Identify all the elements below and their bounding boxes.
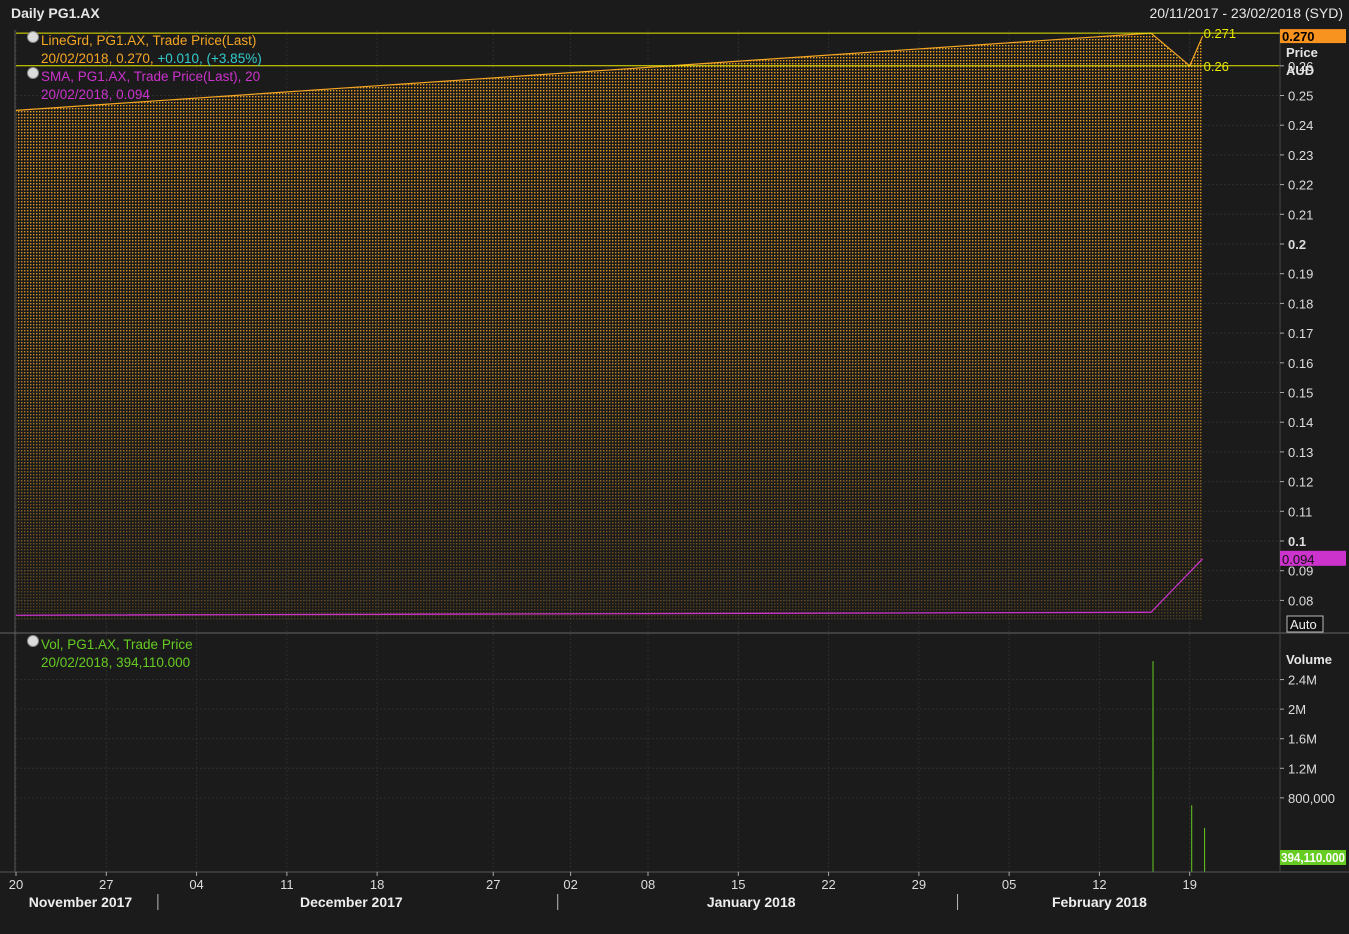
axis-title: Price (1286, 45, 1318, 60)
tick-label: 18 (370, 877, 384, 892)
axis-title: Volume (1286, 652, 1332, 667)
chart-canvas: 0.2710.26 PriceAUD0.080.090.10.110.120.1… (0, 0, 1349, 934)
month-label: February 2018 (1052, 894, 1147, 910)
price-legend-value: 20/02/2018, 0.270, (41, 51, 154, 66)
tick-label: 0.26 (1288, 59, 1313, 74)
sma-legend-name: SMA, PG1.AX, Trade Price(Last), 20 (41, 69, 261, 84)
tick-label: 12 (1092, 877, 1106, 892)
tick-label: 800,000 (1288, 791, 1335, 806)
tick-label: 19 (1182, 877, 1196, 892)
tick-label: 1.2M (1288, 761, 1317, 776)
tick-label: 05 (1002, 877, 1016, 892)
tick-label: 0.2 (1288, 237, 1306, 252)
tick-label: 0.08 (1288, 593, 1313, 608)
tick-label: 0.19 (1288, 267, 1313, 282)
price-legend-name: LineGrd, PG1.AX, Trade Price(Last) (41, 33, 257, 48)
price-area-fill (16, 33, 1203, 620)
tick-label: 29 (912, 877, 926, 892)
tick-label: 08 (641, 877, 655, 892)
sma-legend[interactable]: SMA, PG1.AX, Trade Price(Last), 20 20/02… (27, 67, 261, 104)
price-legend-change: +0.010, (+3.85%) (157, 51, 262, 66)
sma-last-tag-label: 0.094 (1282, 552, 1315, 567)
tick-label: 0.11 (1288, 504, 1312, 519)
tick-label: 11 (280, 877, 294, 892)
series-menu-icon[interactable] (27, 635, 39, 648)
tick-label: 0.16 (1288, 356, 1313, 371)
volume-legend-value: 20/02/2018, 394,110.000 (41, 655, 191, 670)
level-label: 0.26 (1204, 59, 1229, 74)
date-range: 20/11/2017 - 23/02/2018 (SYD) (1149, 5, 1343, 21)
price-legend[interactable]: LineGrd, PG1.AX, Trade Price(Last) 20/02… (27, 31, 262, 68)
tick-label: 0.12 (1288, 475, 1313, 490)
volume-legend-name: Vol, PG1.AX, Trade Price (41, 637, 193, 652)
volume-legend[interactable]: Vol, PG1.AX, Trade Price 20/02/2018, 394… (27, 635, 193, 672)
month-label: December 2017 (300, 894, 403, 910)
tick-label: 27 (486, 877, 500, 892)
tick-label: 0.18 (1288, 296, 1313, 311)
tick-label: 0.24 (1288, 118, 1313, 133)
tick-label: 2.4M (1288, 673, 1317, 688)
tick-label: 0.14 (1288, 415, 1313, 430)
tick-label: 0.23 (1288, 148, 1313, 163)
sma-legend-value: 20/02/2018, 0.094 (41, 87, 150, 102)
tick-label: 0.22 (1288, 178, 1313, 193)
series-menu-icon[interactable] (27, 31, 39, 44)
tick-label: 20 (9, 877, 23, 892)
chart-title: Daily PG1.AX (11, 5, 100, 21)
tick-label: 0.15 (1288, 386, 1313, 401)
series-menu-icon[interactable] (27, 67, 39, 80)
tick-label: 0.13 (1288, 445, 1313, 460)
tick-label: 0.21 (1288, 207, 1313, 222)
price-last-tag-label: 0.270 (1282, 29, 1315, 44)
auto-scale-label: Auto (1290, 617, 1317, 632)
tick-label: 22 (821, 877, 835, 892)
tick-label: 04 (189, 877, 203, 892)
tick-label: 0.1 (1288, 534, 1306, 549)
tick-label: 2M (1288, 702, 1306, 717)
tick-label: 02 (563, 877, 577, 892)
price-area-series (15, 32, 1204, 620)
month-label: January 2018 (707, 894, 796, 910)
volume-last-tag-label: 394,110.000 (1281, 850, 1345, 865)
tick-label: 15 (731, 877, 745, 892)
tick-label: 0.17 (1288, 326, 1313, 341)
tick-label: 1.6M (1288, 732, 1317, 747)
month-label: November 2017 (29, 894, 133, 910)
tick-label: 0.25 (1288, 89, 1313, 104)
tick-label: 27 (99, 877, 113, 892)
level-label: 0.271 (1204, 26, 1237, 41)
